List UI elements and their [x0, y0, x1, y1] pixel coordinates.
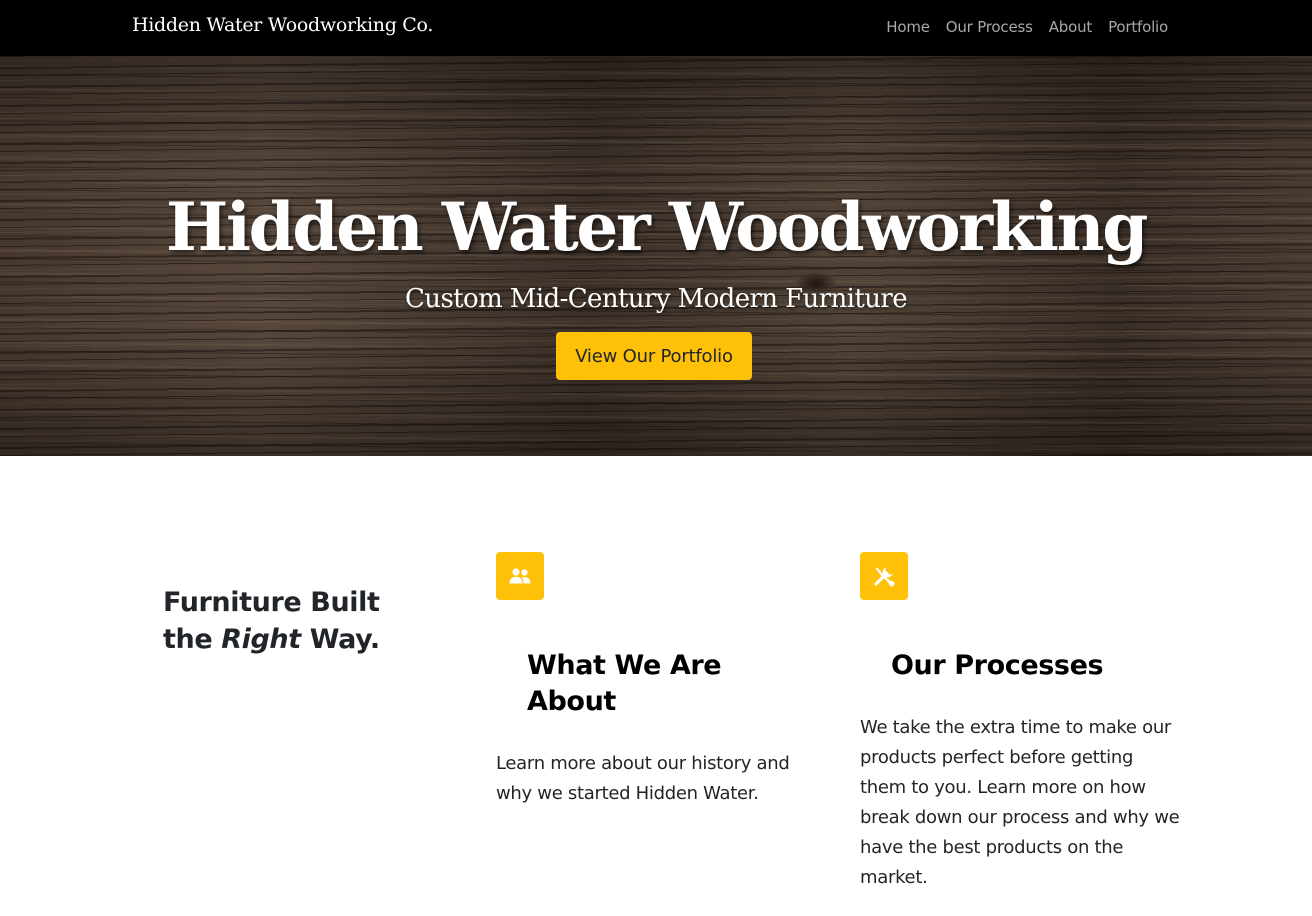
- navbar: Hidden Water Woodworking Co. Home Our Pr…: [0, 0, 1312, 56]
- feature-title-about-line2: About: [527, 686, 616, 717]
- nav-link-portfolio[interactable]: Portfolio: [1108, 18, 1168, 36]
- brand-link[interactable]: Hidden Water Woodworking Co.: [132, 14, 433, 36]
- feature-title-about-line1: What We Are: [527, 650, 722, 681]
- feature-title-processes: Our Processes: [891, 650, 1104, 681]
- hero-subtitle: Custom Mid-Century Modern Furniture: [405, 284, 908, 314]
- tagline-line2-suffix: Way.: [300, 624, 380, 655]
- nav-link-home[interactable]: Home: [886, 18, 930, 36]
- view-portfolio-button[interactable]: View Our Portfolio: [556, 332, 752, 380]
- people-icon: [496, 552, 544, 600]
- tagline-emphasis: Right: [221, 624, 301, 655]
- tagline-line1: Furniture Built: [163, 587, 380, 618]
- tagline-heading: Furniture Built the Right Way.: [163, 584, 380, 658]
- nav-link-about[interactable]: About: [1049, 18, 1093, 36]
- feature-text-processes: We take the extra time to make our produ…: [860, 717, 1180, 888]
- nav-links: Home Our Process About Portfolio: [886, 18, 1168, 36]
- feature-text-about: Learn more about our history and why we …: [496, 753, 790, 804]
- hero-title: Hidden Water Woodworking: [166, 188, 1148, 266]
- feature-title-about: What We Are About: [527, 648, 722, 720]
- nav-link-our-process[interactable]: Our Process: [946, 18, 1033, 36]
- tools-icon: [860, 552, 908, 600]
- tagline-line2-prefix: the: [163, 624, 222, 655]
